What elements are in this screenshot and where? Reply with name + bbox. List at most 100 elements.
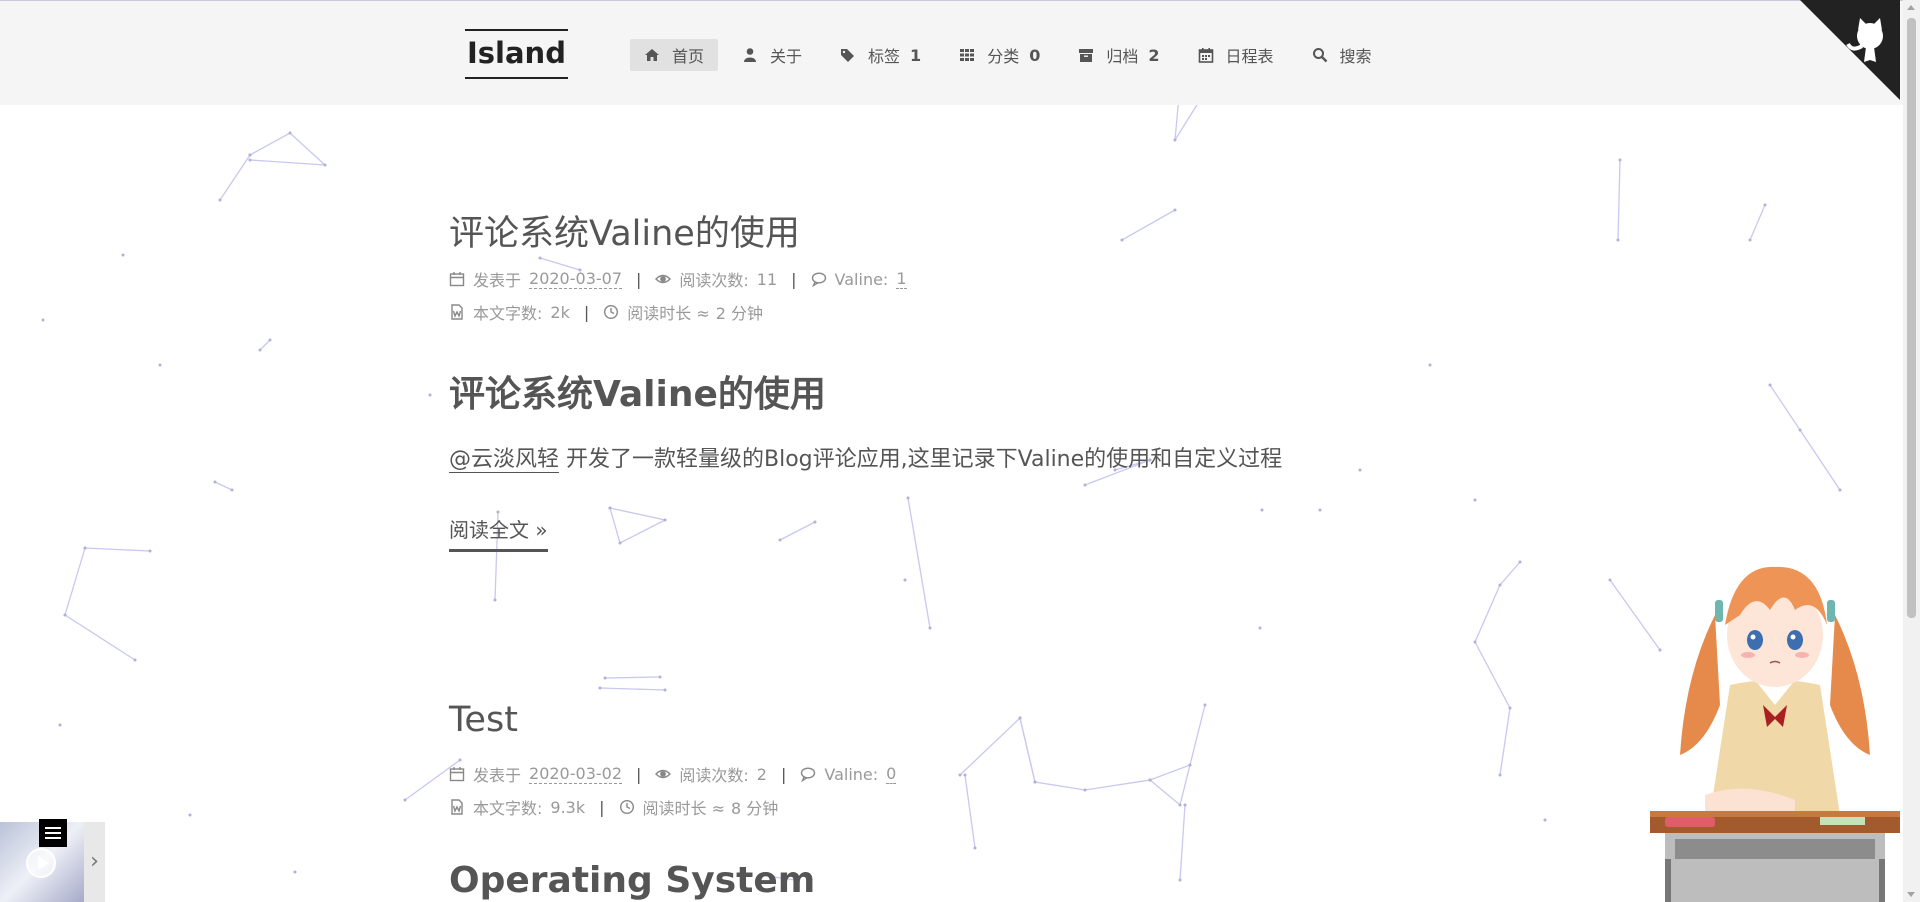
network-node [906,496,910,500]
nav-label: 分类 [987,47,1020,66]
post-meta-wordcount: 本文字数: 9.3k | 阅读时长 ≈ 8 分钟 [449,795,778,819]
network-line [907,497,931,629]
home-icon [645,49,659,61]
scroll-down-arrow[interactable] [1907,892,1915,897]
comments-count[interactable]: 0 [886,764,897,784]
network-node [1258,626,1262,630]
words-label: 本文字数: [473,304,543,323]
author-mention-link[interactable]: @云淡风轻 [449,447,560,473]
nav-label: 关于 [770,47,803,66]
read-more-button[interactable]: 阅读全文 » [449,514,548,552]
network-line [599,687,666,691]
main-nav: 首页 关于 标签 1 分类 0 归档 2 日程表 搜索 [630,39,1396,71]
network-node [1018,716,1022,720]
github-corner[interactable] [1800,0,1900,100]
posted-label: 发表于 [473,766,522,785]
network-node [1798,428,1802,432]
vertical-scrollbar[interactable] [1903,0,1920,902]
nav-item-search[interactable]: 搜索 [1298,39,1386,71]
network-node [618,541,622,545]
site-header: Island 首页 关于 标签 1 分类 0 归档 2 日程表 搜索 [0,0,1920,105]
readtime-label: 阅读时长 ≈ [627,304,710,323]
network-node [663,688,667,692]
network-node [1173,138,1177,142]
network-node [63,613,67,617]
eye-icon [655,769,672,779]
network-node [1473,498,1477,502]
nav-item-archives[interactable]: 归档 2 [1064,39,1173,71]
network-node [663,518,667,522]
network-node [1518,560,1522,564]
clock-icon [619,799,634,815]
nav-item-categories[interactable]: 分类 0 [945,39,1054,71]
network-node [403,798,407,802]
network-node [958,773,962,777]
network-node [1083,483,1087,487]
play-button[interactable] [26,848,56,878]
network-line [779,521,816,541]
network-node [268,338,272,342]
readtime-value: 2 分钟 [715,304,764,323]
post-title[interactable]: Test [449,700,518,740]
network-node [1173,208,1177,212]
archive-icon [1079,49,1094,62]
network-node [1120,238,1124,242]
network-line [214,481,233,491]
calendar-icon [449,767,465,782]
mascot-character[interactable] [1645,555,1905,902]
nav-label: 归档 [1106,47,1139,66]
scroll-thumb[interactable] [1907,18,1916,618]
network-node [218,198,222,202]
post-title[interactable]: 评论系统Valine的使用 [449,205,800,256]
nav-label: 首页 [672,47,705,66]
network-line [1474,561,1521,776]
post-heading: 评论系统Valine的使用 [449,374,826,415]
playlist-icon[interactable] [39,819,67,847]
network-node [1203,703,1207,707]
file-word-icon [451,304,463,320]
network-line [964,774,976,849]
network-node [813,520,817,524]
network-node [1608,578,1612,582]
network-node [148,549,152,553]
site-logo[interactable]: Island [465,29,568,79]
network-node [1768,383,1772,387]
network-node [1148,778,1152,782]
network-line [1769,384,1841,491]
post-meta: 发表于 2020-03-02 | 阅读次数: 2 | Valine: 0 [449,762,897,786]
user-icon [744,48,757,62]
network-line [219,154,251,201]
network-node [1318,508,1322,512]
network-line [1189,704,1206,766]
network-node [293,870,297,874]
post-date[interactable]: 2020-03-07 [529,269,622,289]
network-node [1498,583,1502,587]
nav-count: 0 [1029,45,1041,65]
music-player: › [0,819,105,902]
network-node [1183,803,1187,807]
nav-item-schedule[interactable]: 日程表 [1184,39,1288,71]
network-node [83,546,87,550]
scroll-up-arrow[interactable] [1907,5,1915,10]
post-date[interactable]: 2020-03-02 [529,764,622,784]
nav-item-tags[interactable]: 标签 1 [826,39,935,71]
nav-item-home[interactable]: 首页 [630,39,719,71]
nav-count: 2 [1148,45,1160,65]
network-node [1508,706,1512,710]
network-node [188,813,192,817]
network-node [778,538,782,542]
nav-label: 标签 [868,47,901,66]
network-node [928,626,932,630]
network-line [1019,717,1036,783]
excerpt-text: 开发了一款轻量级的Blog评论应用,这里记录下Valine的使用和自定义过程 [559,447,1283,472]
views-label: 阅读次数: [679,766,749,785]
network-node [1498,773,1502,777]
network-node [230,488,234,492]
network-node [58,723,62,727]
player-toggle-button[interactable]: › [84,822,105,902]
comments-count[interactable]: 1 [896,269,907,289]
network-node [1188,763,1192,767]
nav-item-about[interactable]: 关于 [728,39,816,71]
comments-label: Valine: [834,269,889,289]
network-node [1748,238,1752,242]
